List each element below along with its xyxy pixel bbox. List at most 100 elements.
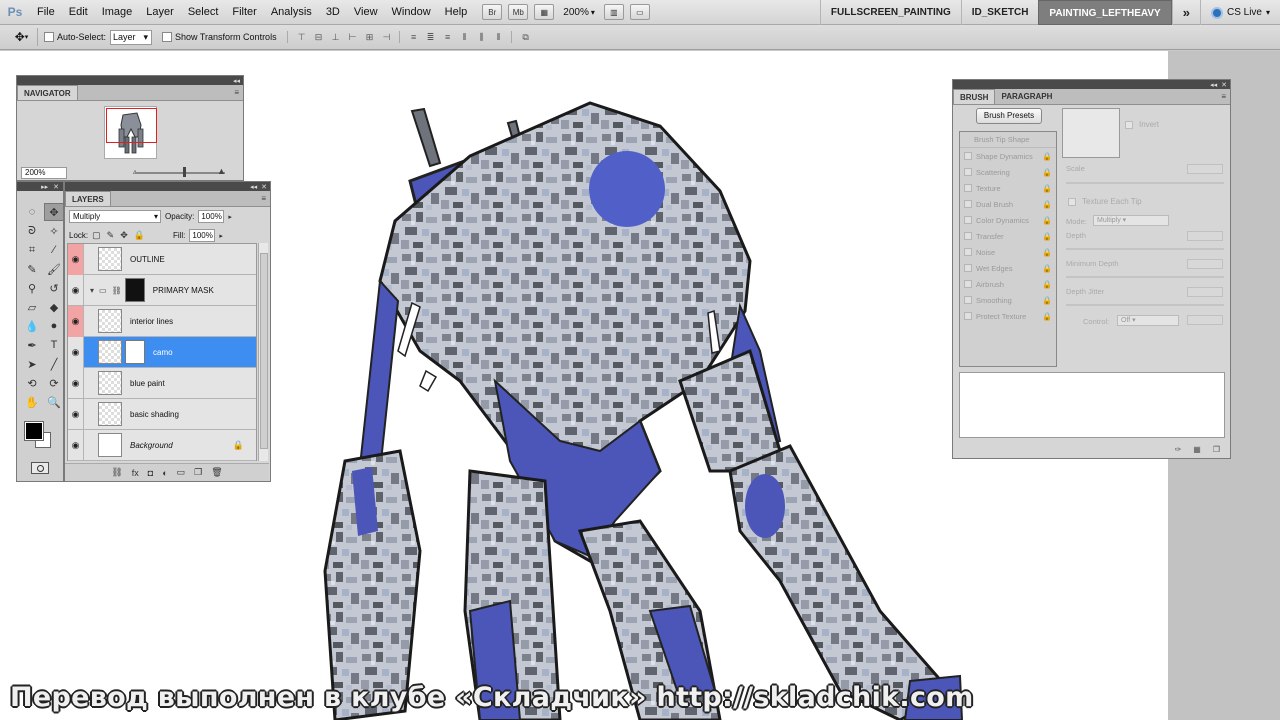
menu-select[interactable]: Select	[181, 0, 226, 25]
lasso-tool-icon[interactable]: ᘐ	[22, 222, 42, 240]
lock-all-icon[interactable]: 🔒	[134, 230, 145, 241]
layer-row-camo[interactable]: ◉ camo	[68, 336, 256, 368]
menu-layer[interactable]: Layer	[139, 0, 181, 25]
bridge-button[interactable]: Br	[482, 4, 503, 20]
navigator-zoom-field[interactable]: 200%	[21, 167, 67, 179]
lock-icon[interactable]: 🔒	[1042, 264, 1052, 273]
layer-row-interior-lines[interactable]: ◉ interior lines	[68, 305, 256, 337]
brush-presets-button[interactable]: Brush Presets	[976, 108, 1042, 124]
move-tool-preset-picker[interactable]: ✥ ▾	[6, 28, 38, 46]
checkbox-icon[interactable]	[964, 248, 972, 256]
brush-option-protect-texture[interactable]: Protect Texture 🔒	[960, 308, 1056, 324]
eye-icon[interactable]: ◉	[68, 243, 84, 275]
lock-icon[interactable]: 🔒	[1042, 152, 1052, 161]
checkbox-icon[interactable]	[964, 264, 972, 272]
close-icon[interactable]: ✕	[261, 183, 267, 191]
invert-checkbox[interactable]: Invert	[1125, 120, 1159, 129]
3d-rotate-tool-icon[interactable]: ⟲	[22, 374, 42, 392]
workspace-fullscreen-painting[interactable]: FULLSCREEN_PAINTING	[819, 0, 961, 25]
depth-slider[interactable]	[1066, 248, 1224, 250]
link-layers-icon[interactable]: ⛓	[111, 467, 122, 478]
brush-tip-shape-item[interactable]: Brush Tip Shape	[960, 132, 1056, 148]
minimum-depth-slider[interactable]	[1066, 276, 1224, 278]
brush-option-texture[interactable]: Texture 🔒	[960, 180, 1056, 196]
depth-field[interactable]	[1187, 231, 1223, 241]
panel-menu-icon[interactable]: ≡	[1221, 92, 1226, 101]
brush-option-shape-dynamics[interactable]: Shape Dynamics 🔒	[960, 148, 1056, 164]
layer-mask-thumbnail[interactable]	[125, 340, 145, 364]
panel-menu-icon[interactable]: ≡	[261, 194, 266, 203]
scale-slider[interactable]	[1066, 182, 1224, 184]
lock-pixels-icon[interactable]: ✎	[107, 230, 115, 241]
opacity-slider-arrow-icon[interactable]: ▸	[228, 213, 232, 221]
lock-icon[interactable]: 🔒	[1042, 248, 1052, 257]
checkbox-icon[interactable]	[964, 232, 972, 240]
menu-image[interactable]: Image	[95, 0, 140, 25]
lock-icon[interactable]: 🔒	[1042, 216, 1052, 225]
depth-jitter-slider[interactable]	[1066, 304, 1224, 306]
align-left-icon[interactable]: ⊢	[347, 31, 359, 43]
layer-row-outline[interactable]: ◉ OUTLINE	[68, 243, 256, 275]
zoom-in-icon[interactable]: ▲	[217, 166, 226, 176]
menu-3d[interactable]: 3D	[319, 0, 347, 25]
eye-icon[interactable]: ◉	[68, 398, 84, 430]
navigator-zoom-slider[interactable]	[135, 172, 225, 174]
control-dropdown[interactable]: Off ▾	[1117, 315, 1179, 326]
layer-row-background[interactable]: ◉ Background 🔒	[68, 429, 256, 461]
align-vcenter-icon[interactable]: ⊟	[313, 31, 325, 43]
brush-option-wet-edges[interactable]: Wet Edges 🔒	[960, 260, 1056, 276]
checkbox-icon[interactable]	[964, 168, 972, 176]
checkbox-icon[interactable]	[964, 184, 972, 192]
disclosure-triangle-icon[interactable]: ▾	[90, 286, 94, 295]
eye-icon[interactable]: ◉	[68, 274, 84, 306]
checkbox-icon[interactable]	[964, 312, 972, 320]
dodge-tool-icon[interactable]: ●	[44, 317, 64, 335]
checkbox-icon[interactable]	[964, 152, 972, 160]
auto-select-checkbox[interactable]: Auto-Select:	[44, 32, 106, 42]
opacity-field[interactable]: 100%	[198, 210, 225, 223]
brush-option-noise[interactable]: Noise 🔒	[960, 244, 1056, 260]
blur-tool-icon[interactable]: 💧	[22, 317, 42, 335]
slider-handle[interactable]	[183, 167, 186, 177]
quick-mask-button[interactable]	[31, 462, 49, 474]
brush-tool-icon[interactable]: 🖌	[44, 260, 64, 278]
type-tool-icon[interactable]: T	[44, 336, 64, 354]
path-selection-tool-icon[interactable]: ➤	[22, 355, 42, 373]
lock-icon[interactable]: 🔒	[1042, 184, 1052, 193]
navigator-view-box[interactable]	[106, 108, 157, 143]
eraser-tool-icon[interactable]: ▱	[22, 298, 42, 316]
close-icon[interactable]: ✕	[1221, 81, 1227, 89]
lock-position-icon[interactable]: ✥	[120, 230, 128, 241]
collapse-icon[interactable]: ◂◂	[233, 77, 240, 85]
eye-icon[interactable]: ◉	[68, 429, 84, 461]
new-group-icon[interactable]: ▭	[177, 467, 186, 478]
foreground-color-swatch[interactable]	[24, 421, 44, 441]
depth-jitter-field[interactable]	[1187, 287, 1223, 297]
minimum-depth-field[interactable]	[1187, 259, 1223, 269]
close-icon[interactable]: ✕	[53, 183, 59, 191]
scale-field[interactable]	[1187, 164, 1223, 174]
3d-orbit-tool-icon[interactable]: ⟳	[44, 374, 64, 392]
tab-layers[interactable]: LAYERS	[65, 191, 111, 206]
brush-option-dual-brush[interactable]: Dual Brush 🔒	[960, 196, 1056, 212]
menu-view[interactable]: View	[347, 0, 385, 25]
zoom-tool-icon[interactable]: 🔍	[44, 393, 64, 411]
checkbox-icon[interactable]	[964, 216, 972, 224]
tab-brush[interactable]: BRUSH	[953, 89, 996, 104]
collapse-icon[interactable]: ◂◂	[250, 183, 257, 191]
cs-live-button[interactable]: CS Live ▾	[1199, 0, 1280, 25]
workspace-painting-leftheavy[interactable]: PAINTING_LEFTHEAVY	[1038, 0, 1172, 25]
hand-tool-icon[interactable]: ✋	[22, 393, 42, 411]
expand-icon[interactable]: ▸▸	[41, 183, 48, 191]
tab-paragraph[interactable]: PARAGRAPH	[995, 89, 1058, 104]
marquee-tool-icon[interactable]: ◌	[22, 203, 42, 221]
lock-icon[interactable]: 🔒	[1042, 280, 1052, 289]
line-tool-icon[interactable]: ╱	[44, 355, 64, 373]
panel-menu-icon[interactable]: ≡	[234, 88, 239, 97]
distribute-top-icon[interactable]: ≡	[408, 31, 420, 43]
texture-each-tip-checkbox[interactable]: Texture Each Tip	[1068, 197, 1142, 206]
menu-window[interactable]: Window	[385, 0, 438, 25]
arrange-documents-button[interactable]: ▥	[603, 4, 624, 20]
menu-filter[interactable]: Filter	[225, 0, 263, 25]
show-transform-controls-checkbox[interactable]: Show Transform Controls	[162, 32, 277, 42]
